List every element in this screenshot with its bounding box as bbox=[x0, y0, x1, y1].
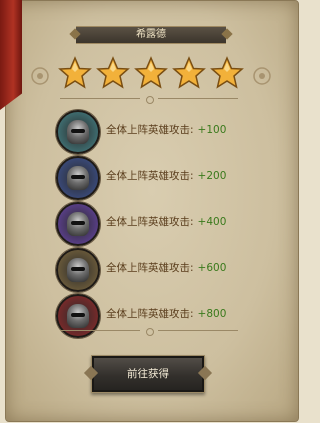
hero-avatar bbox=[56, 248, 100, 292]
bonus-row: 全体上阵英雄攻击: +200 bbox=[56, 156, 256, 200]
dialog-title: 希露德 bbox=[76, 26, 226, 44]
star-rating bbox=[0, 56, 301, 94]
divider-ornament bbox=[60, 328, 240, 336]
star-icon bbox=[209, 56, 244, 89]
bonus-value: +200 bbox=[197, 170, 227, 182]
bonus-row: 全体上阵英雄攻击: +100 bbox=[56, 110, 256, 154]
go-obtain-button[interactable]: 前往获得 bbox=[91, 355, 205, 393]
bonus-label: 全体上阵英雄攻击: bbox=[106, 170, 194, 182]
hero-avatar bbox=[56, 202, 100, 246]
bonus-value: +400 bbox=[197, 216, 227, 228]
hero-avatar bbox=[56, 156, 100, 200]
star-icon bbox=[57, 56, 92, 89]
star-icon bbox=[171, 56, 206, 89]
bonus-label: 全体上阵英雄攻击: bbox=[106, 124, 194, 136]
bonus-label: 全体上阵英雄攻击: bbox=[106, 308, 194, 320]
hero-avatar bbox=[56, 110, 100, 154]
bonus-label: 全体上阵英雄攻击: bbox=[106, 262, 194, 274]
bonus-value: +600 bbox=[197, 262, 227, 274]
bonus-value: +100 bbox=[197, 124, 227, 136]
bonus-label: 全体上阵英雄攻击: bbox=[106, 216, 194, 228]
divider-ornament bbox=[60, 96, 240, 104]
bonus-value: +800 bbox=[197, 308, 227, 320]
star-icon bbox=[133, 56, 168, 89]
bonus-row: 全体上阵英雄攻击: +400 bbox=[56, 202, 256, 246]
star-icon bbox=[95, 56, 130, 89]
bonus-row: 全体上阵英雄攻击: +600 bbox=[56, 248, 256, 292]
